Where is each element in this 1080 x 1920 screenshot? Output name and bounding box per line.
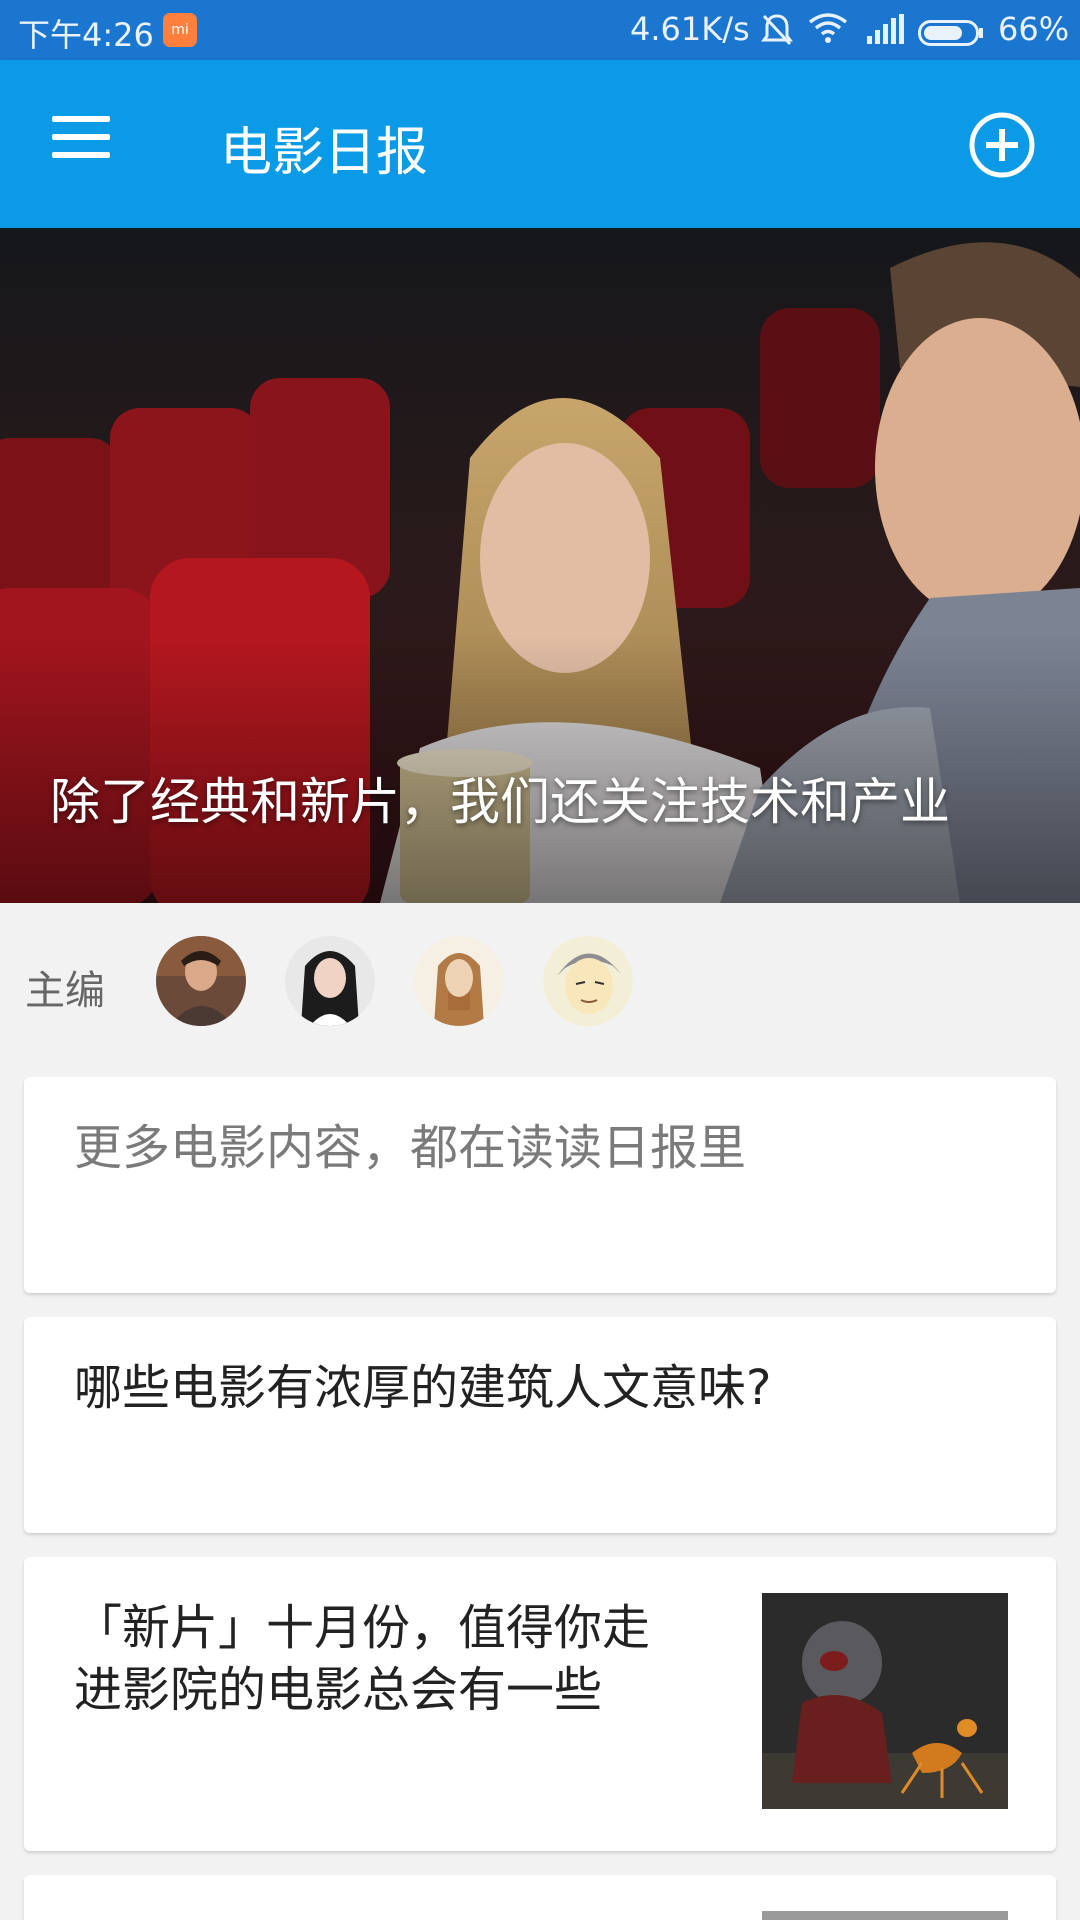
app-bar: 电影日报: [0, 60, 1080, 228]
app-title: 电影日报: [220, 123, 429, 183]
card-article[interactable]: 哪些电影有浓厚的建筑人文意味?: [24, 1317, 1056, 1533]
editor-avatar-4[interactable]: [543, 936, 633, 1026]
card-article-with-image[interactable]: 「新片」十月份，值得你走 进影院的电影总会有一些: [24, 1557, 1056, 1851]
card-more-content[interactable]: 更多电影内容，都在读读日报里: [24, 1077, 1056, 1293]
screen: 下午4:26 mi 4.61K/s 66% 电影日报 除了经典和新片，我们还关注…: [0, 0, 1080, 1920]
card-article-next[interactable]: [24, 1875, 1056, 1920]
status-bar: 下午4:26 mi 4.61K/s 66%: [0, 0, 1080, 60]
add-circle-icon[interactable]: [968, 111, 1036, 179]
battery-icon: [918, 16, 984, 46]
hero-caption: 除了经典和新片，我们还关注技术和产业: [50, 773, 950, 831]
bell-muted-icon: [760, 12, 794, 56]
card-thumbnail: [762, 1911, 1008, 1920]
battery-percent: 66%: [998, 10, 1070, 48]
card-title: 哪些电影有浓厚的建筑人文意味?: [74, 1360, 772, 1416]
signal-icon: [865, 14, 905, 52]
editors-label: 主编: [25, 968, 105, 1014]
wifi-icon: [808, 12, 848, 52]
editor-avatar-3[interactable]: [414, 936, 504, 1026]
editor-avatar-1[interactable]: [156, 936, 246, 1026]
card-title-line-1: 「新片」十月份，值得你走: [74, 1600, 651, 1656]
card-title: 「新片」十月份，值得你走 进影院的电影总会有一些: [74, 1597, 734, 1721]
card-thumbnail: [762, 1593, 1008, 1809]
status-time: 下午4:26: [18, 16, 154, 54]
network-speed: 4.61K/s: [630, 10, 750, 48]
menu-icon[interactable]: [52, 116, 112, 166]
editor-avatar-2[interactable]: [285, 936, 375, 1026]
card-title: 更多电影内容，都在读读日报里: [74, 1120, 747, 1176]
mi-icon: mi: [163, 13, 197, 47]
card-title-line-2: 进影院的电影总会有一些: [74, 1662, 603, 1718]
